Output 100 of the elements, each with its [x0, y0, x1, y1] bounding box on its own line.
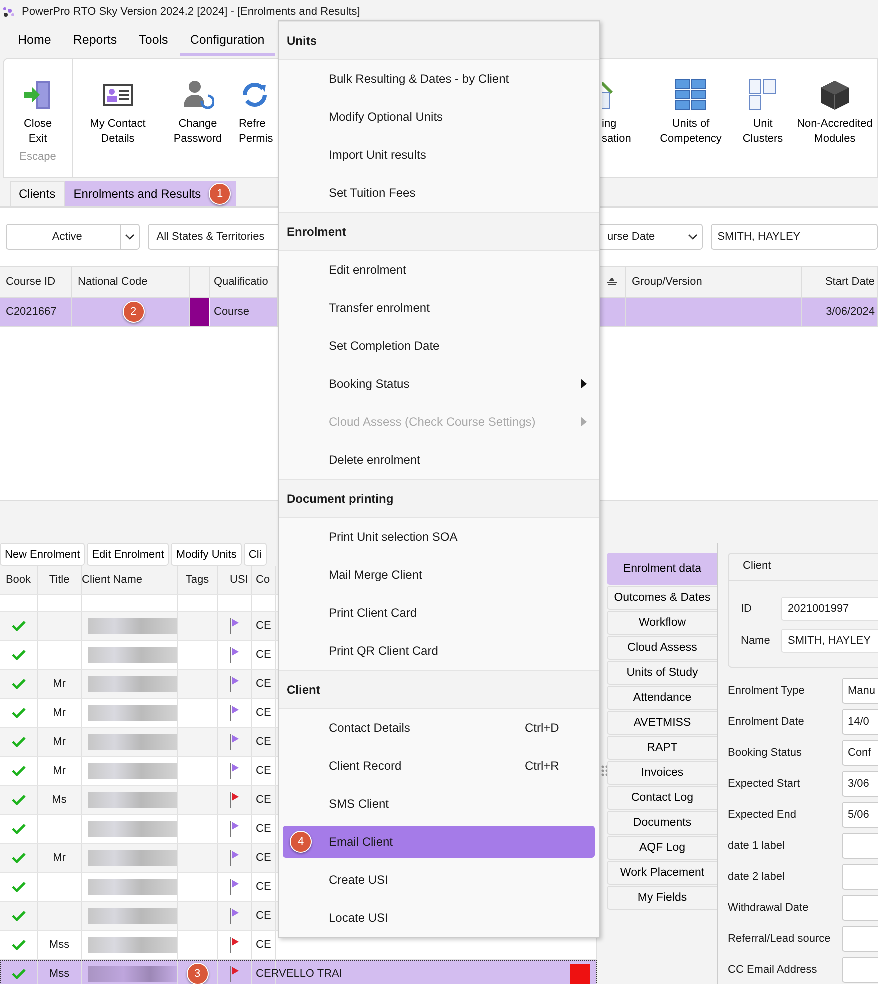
side-tab[interactable]: Outcomes & Dates	[607, 586, 717, 610]
status-dropdown[interactable]: Active	[6, 224, 140, 250]
menu-item[interactable]: Booking Status	[279, 365, 599, 403]
menu-item[interactable]: Print Unit selection SOA	[279, 518, 599, 556]
client-search-field[interactable]: SMITH, HAYLEY	[710, 224, 878, 250]
field-label: date 2 label	[728, 871, 786, 883]
side-tab[interactable]: AVETMISS	[607, 711, 717, 735]
column-header[interactable]: Co	[252, 566, 276, 594]
table-cell: C2021667	[0, 298, 72, 326]
document-tab[interactable]: Clients	[10, 181, 65, 206]
group-title: Client	[743, 560, 772, 572]
field-label: Name	[741, 635, 771, 647]
menu-tab[interactable]: Tools	[129, 26, 178, 56]
table-cell: Mr	[53, 678, 66, 690]
column-header[interactable]: Client Name	[82, 566, 178, 594]
input-field[interactable]: 3/06	[842, 771, 878, 797]
step-badge: 1	[209, 183, 232, 205]
ribbon-button[interactable]: Units of Competency	[650, 79, 732, 147]
menu-item[interactable]: Bulk Resulting & Dates - by Client	[279, 60, 599, 98]
menu-tab[interactable]: Home	[8, 26, 62, 56]
table-cell: Mss	[49, 939, 70, 951]
menu-tab[interactable]: Reports	[63, 26, 128, 56]
menu-section-header: Client	[279, 670, 599, 709]
field-label: Expected Start	[728, 778, 802, 790]
ribbon-button[interactable]: Change Password	[163, 79, 233, 147]
column-header[interactable]: Book	[0, 566, 38, 594]
ribbon-button[interactable]: Close Exit	[8, 79, 68, 147]
side-tab[interactable]: Attendance	[607, 686, 717, 710]
table-cell: CE	[256, 910, 272, 922]
side-tab[interactable]: Units of Study	[607, 661, 717, 685]
table-cell: CE	[256, 736, 272, 748]
menu-item[interactable]: SMS Client	[279, 785, 599, 823]
side-tab[interactable]: Workflow	[607, 611, 717, 635]
ribbon-button[interactable]: ing sation	[602, 79, 650, 147]
column-header[interactable]: Tags	[178, 566, 218, 594]
menu-item[interactable]: Delete enrolment	[279, 441, 599, 479]
field-label: date 1 label	[728, 840, 786, 852]
menu-item[interactable]: Create USI	[279, 861, 599, 899]
menu-item[interactable]: Edit enrolment	[279, 251, 599, 289]
column-header[interactable]: Group/Version	[626, 267, 802, 297]
field-label: Booking Status	[728, 747, 803, 759]
table-cell: CE	[256, 823, 272, 835]
menu-item[interactable]: Mail Merge Client	[279, 556, 599, 594]
side-tab[interactable]: Work Placement	[607, 861, 717, 885]
toolbar-button[interactable]: Edit Enrolment	[87, 543, 170, 566]
document-tab[interactable]: Enrolments and Results 1	[64, 181, 236, 206]
menu-item[interactable]: Locate USI	[279, 899, 599, 937]
column-header[interactable]: USI	[218, 566, 252, 594]
column-header[interactable]: National Code	[72, 267, 190, 297]
input-field[interactable]: 14/0	[842, 709, 878, 735]
toolbar-button[interactable]: Cli	[244, 543, 267, 566]
window-title: PowerPro RTO Sky Version 2024.2 [2024] - [Enrolments and Results]	[22, 6, 360, 18]
step-badge: 4	[290, 831, 312, 853]
menu-item[interactable]: Modify Optional Units	[279, 98, 599, 136]
ribbon-button[interactable]: Non-Accredited Modules	[794, 79, 876, 147]
menu-item[interactable]: Client Record Ctrl+R	[279, 747, 599, 785]
side-tab[interactable]: Contact Log	[607, 786, 717, 810]
pencil-icon	[602, 79, 614, 111]
name-field[interactable]: SMITH, HAYLEY	[781, 629, 878, 653]
menu-section-header: Units	[279, 21, 599, 60]
table-cell: CE	[256, 765, 272, 777]
menu-item[interactable]: Print QR Client Card	[279, 632, 599, 670]
id-field[interactable]: 2021001997	[781, 597, 878, 621]
menu-item[interactable]: Print Client Card	[279, 594, 599, 632]
input-field[interactable]: Conf	[842, 740, 878, 766]
side-tab[interactable]: Enrolment data	[607, 553, 717, 585]
side-tab[interactable]: AQF Log	[607, 836, 717, 860]
side-tab[interactable]: My Fields	[607, 886, 717, 910]
table-cell: CE	[256, 707, 272, 719]
step-badge: 3	[186, 963, 208, 984]
toolbar-button[interactable]: New Enrolment	[0, 543, 86, 566]
menu-section-header: Document printing	[279, 479, 599, 518]
menu-item[interactable]: Set Completion Date	[279, 327, 599, 365]
chevron-down-icon	[688, 234, 698, 240]
table-cell: CE	[256, 881, 272, 893]
menu-item[interactable]: Transfer enrolment	[279, 289, 599, 327]
side-tab[interactable]: Documents	[607, 811, 717, 835]
ribbon-button[interactable]: Unit Clusters	[732, 79, 794, 147]
date-dropdown[interactable]: urse Date	[598, 224, 703, 250]
ribbon-button[interactable]: Refre Permis	[233, 79, 277, 147]
field-label: CC Email Address	[728, 964, 818, 976]
input-field[interactable]: 5/06	[842, 802, 878, 828]
column-header[interactable]: Title	[38, 566, 82, 594]
menu-section-header: Enrolment	[279, 212, 599, 251]
menu-item[interactable]: Set Tuition Fees	[279, 174, 599, 212]
toolbar-button[interactable]: Modify Units	[171, 543, 242, 566]
step-badge: 2	[122, 301, 144, 323]
side-tab[interactable]: Invoices	[607, 761, 717, 785]
input-field[interactable]: Manu	[842, 678, 878, 704]
menu-item[interactable]: Import Unit results	[279, 136, 599, 174]
cube-icon	[819, 79, 851, 111]
status-cell	[570, 964, 590, 984]
table-cell: CE	[256, 852, 272, 864]
column-header[interactable]: Start Date	[802, 267, 878, 297]
side-tab[interactable]: RAPT	[607, 736, 717, 760]
menu-item[interactable]: Contact Details Ctrl+D	[279, 709, 599, 747]
side-tab[interactable]: Cloud Assess	[607, 636, 717, 660]
menu-item[interactable]: 4 Email Client	[283, 826, 595, 858]
column-header[interactable]: Course ID	[0, 267, 72, 297]
ribbon-button[interactable]: My Contact Details	[73, 79, 163, 147]
